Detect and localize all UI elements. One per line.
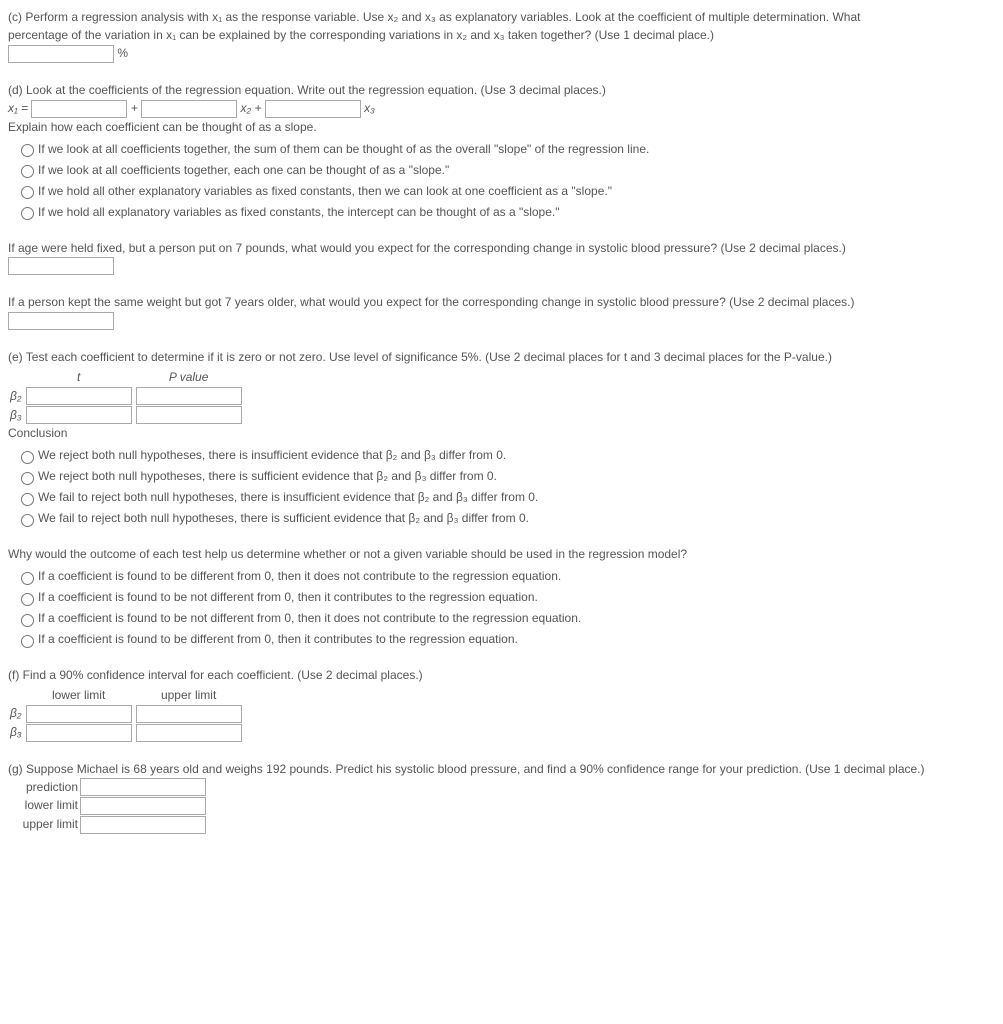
why-opt-0-radio[interactable]: [21, 572, 34, 585]
why-question: Why would the outcome of each test help …: [8, 545, 995, 648]
b3-p-input[interactable]: [136, 406, 242, 424]
lower-limit-input[interactable]: [80, 797, 206, 815]
age-fixed-question: If age were held fixed, but a person put…: [8, 239, 995, 276]
upper-limit-input[interactable]: [80, 816, 206, 834]
part-d-opt-0: If we look at all coefficients together,…: [38, 142, 649, 156]
part-e-opt-2: We fail to reject both null hypotheses, …: [38, 490, 538, 504]
why-opt-1-radio[interactable]: [21, 593, 34, 606]
conclusion-label: Conclusion: [8, 424, 995, 442]
weight-kept-question: If a person kept the same weight but got…: [8, 293, 995, 330]
part-c-prompt-1: (c) Perform a regression analysis with x…: [8, 8, 995, 26]
col-lower: lower limit: [24, 686, 134, 704]
part-d-opt-2-radio[interactable]: [21, 186, 34, 199]
f-row-b2-label: β₂: [8, 704, 24, 723]
part-d-opt-1: If we look at all coefficients together,…: [38, 163, 449, 177]
part-g: (g) Suppose Michael is 68 years old and …: [8, 760, 995, 834]
why-opt-0: If a coefficient is found to be differen…: [38, 569, 561, 583]
why-opt-2-radio[interactable]: [21, 614, 34, 627]
part-c-prompt-2: percentage of the variation in x₁ can be…: [8, 26, 995, 44]
part-e-opt-1-radio[interactable]: [21, 472, 34, 485]
part-e-table: t P value β₂ β₃: [8, 368, 244, 424]
part-c-percent-input[interactable]: [8, 45, 114, 63]
upper-limit-label: upper limit: [8, 815, 80, 833]
part-e-opt-0: We reject both null hypotheses, there is…: [38, 448, 506, 462]
age-fixed-input[interactable]: [8, 257, 114, 275]
part-f-prompt: (f) Find a 90% confidence interval for e…: [8, 666, 995, 684]
part-d-opt-1-radio[interactable]: [21, 165, 34, 178]
part-d-prompt: (d) Look at the coefficients of the regr…: [8, 81, 995, 99]
part-f-table: lower limit upper limit β₂ β₃: [8, 686, 244, 742]
part-e-opt-3: We fail to reject both null hypotheses, …: [38, 511, 529, 525]
percent-sign: %: [117, 46, 128, 60]
coef-x3-input[interactable]: [265, 100, 361, 118]
prediction-label: prediction: [8, 778, 80, 796]
part-e-prompt: (e) Test each coefficient to determine i…: [8, 348, 995, 366]
part-d-opt-3: If we hold all explanatory variables as …: [38, 205, 560, 219]
f-row-b3-label: β₃: [8, 723, 24, 742]
weight-kept-input[interactable]: [8, 312, 114, 330]
b3-low-input[interactable]: [26, 724, 132, 742]
part-c: (c) Perform a regression analysis with x…: [8, 8, 995, 63]
part-e-opt-1: We reject both null hypotheses, there is…: [38, 469, 497, 483]
intercept-input[interactable]: [31, 100, 127, 118]
b3-up-input[interactable]: [136, 724, 242, 742]
why-opt-1: If a coefficient is found to be not diff…: [38, 590, 538, 604]
weight-kept-prompt: If a person kept the same weight but got…: [8, 293, 995, 311]
col-upper: upper limit: [134, 686, 244, 704]
part-d-explain: Explain how each coefficient can be thou…: [8, 118, 995, 136]
part-d-opt-2: If we hold all other explanatory variabl…: [38, 184, 612, 198]
why-options: If a coefficient is found to be differen…: [16, 567, 995, 648]
b2-up-input[interactable]: [136, 705, 242, 723]
part-f: (f) Find a 90% confidence interval for e…: [8, 666, 995, 742]
prediction-input[interactable]: [80, 778, 206, 796]
part-d: (d) Look at the coefficients of the regr…: [8, 81, 995, 221]
why-opt-3-radio[interactable]: [21, 635, 34, 648]
part-e-opt-3-radio[interactable]: [21, 514, 34, 527]
age-fixed-prompt: If age were held fixed, but a person put…: [8, 239, 995, 257]
part-d-opt-0-radio[interactable]: [21, 144, 34, 157]
lower-limit-label: lower limit: [8, 796, 80, 814]
part-e-opt-0-radio[interactable]: [21, 451, 34, 464]
why-opt-3: If a coefficient is found to be differen…: [38, 632, 518, 646]
part-e-opt-2-radio[interactable]: [21, 493, 34, 506]
coef-x2-input[interactable]: [141, 100, 237, 118]
b2-t-input[interactable]: [26, 387, 132, 405]
x2-label: x₂ +: [241, 101, 262, 115]
part-d-opt-3-radio[interactable]: [21, 207, 34, 220]
row-b3-label: β₃: [8, 405, 24, 424]
row-b2-label: β₂: [8, 386, 24, 405]
col-pvalue: P value: [134, 368, 244, 386]
b3-t-input[interactable]: [26, 406, 132, 424]
why-prompt: Why would the outcome of each test help …: [8, 545, 995, 563]
why-opt-2: If a coefficient is found to be not diff…: [38, 611, 581, 625]
b2-p-input[interactable]: [136, 387, 242, 405]
x3-label: x₃: [364, 101, 375, 115]
plus-1: +: [131, 101, 138, 115]
part-d-options: If we look at all coefficients together,…: [16, 140, 995, 221]
b2-low-input[interactable]: [26, 705, 132, 723]
col-t: t: [24, 368, 134, 386]
part-g-prompt: (g) Suppose Michael is 68 years old and …: [8, 760, 995, 778]
part-e-options: We reject both null hypotheses, there is…: [16, 446, 995, 527]
part-e: (e) Test each coefficient to determine i…: [8, 348, 995, 527]
x1-equals: x₁ =: [8, 101, 28, 115]
